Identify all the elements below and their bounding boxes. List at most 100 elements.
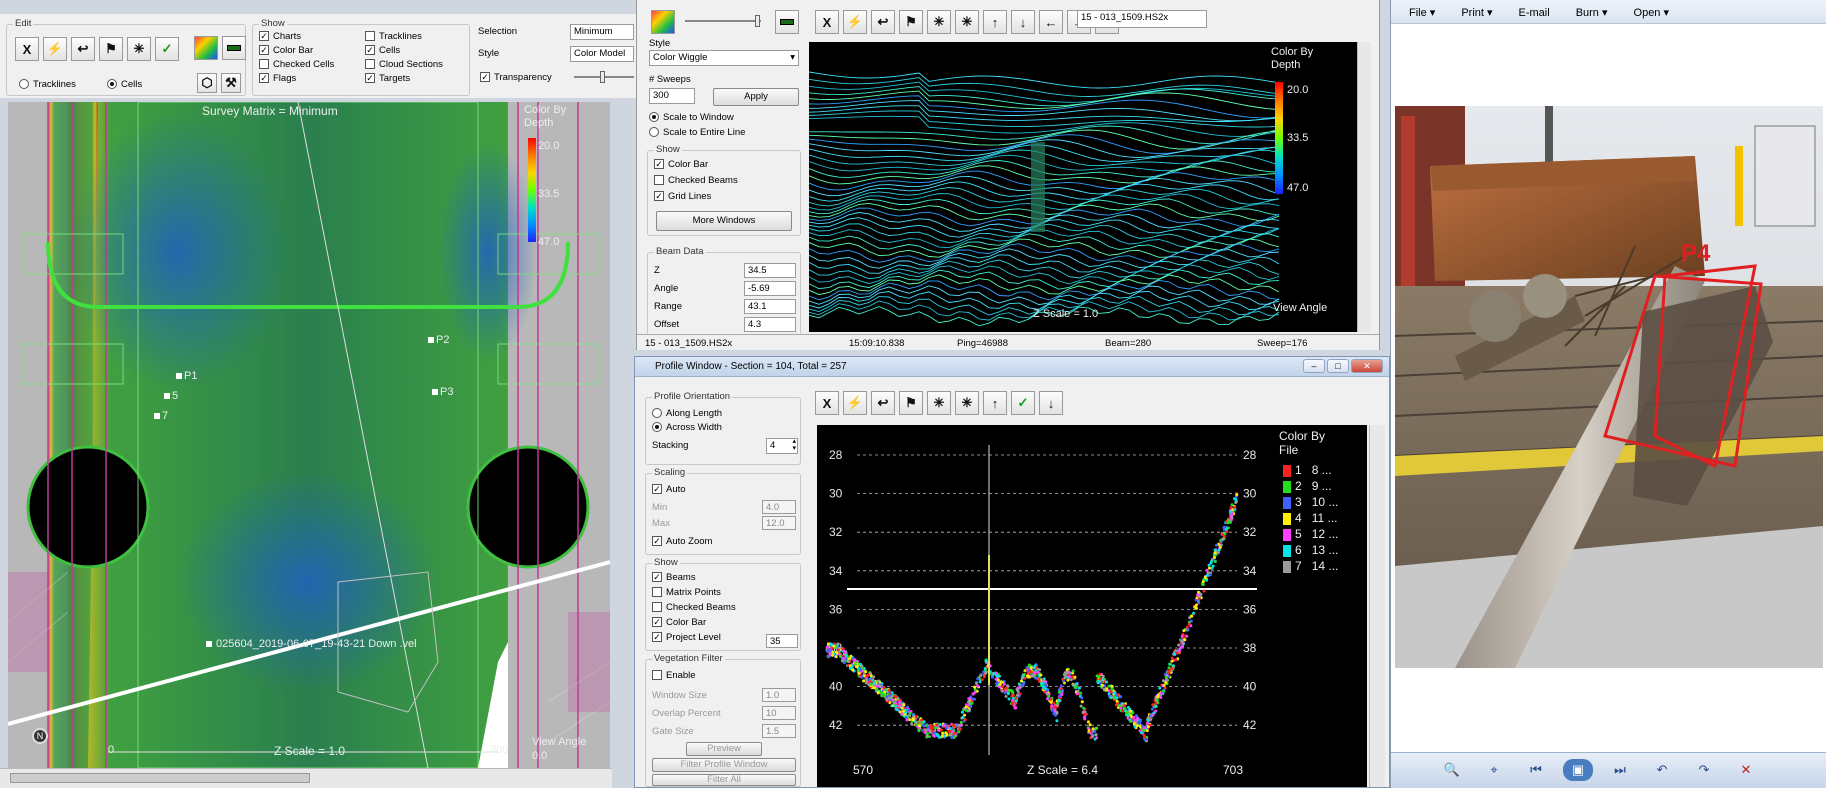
transparency-slider[interactable] <box>574 71 634 83</box>
stacking-spinner[interactable]: 4 ▴ ▾ <box>766 438 798 454</box>
scale-to-window-radio[interactable]: Scale to Window <box>649 112 734 123</box>
more-windows-button[interactable]: More Windows <box>656 211 792 231</box>
window-size-input[interactable]: 1.0 <box>762 688 796 702</box>
slideshow-icon[interactable]: ▣ <box>1563 759 1593 781</box>
target-5[interactable]: 5 <box>164 390 178 402</box>
undo-icon[interactable]: ↩ <box>871 10 895 34</box>
auto-scaling-checkbox[interactable]: ✓ Auto <box>652 484 686 495</box>
checkbox-checked-cells[interactable]: Checked Cells <box>259 59 334 70</box>
sparkle-icon[interactable]: ✳ <box>955 10 979 34</box>
checkbox-cells[interactable]: ✓ Cells <box>365 45 400 56</box>
hexagon-tool-icon[interactable]: ⬡ <box>197 73 217 93</box>
transparency-checkbox[interactable]: ✓ Transparency <box>480 72 552 83</box>
wiggle-vertical-scrollbar[interactable] <box>1357 42 1371 332</box>
flag-icon[interactable]: ⚑ <box>899 391 923 415</box>
gate-size-input[interactable]: 1.5 <box>762 724 796 738</box>
x-tool-icon[interactable]: X <box>815 391 839 415</box>
checkbox-color-bar[interactable]: ✓ Color Bar <box>259 45 313 56</box>
delete-icon[interactable]: ✕ <box>1731 759 1761 781</box>
wiggle-file-field[interactable]: 15 - 013_1509.HS2x <box>1077 10 1207 28</box>
checkbox-charts[interactable]: ✓ Charts <box>259 31 301 42</box>
max-input[interactable]: 12.0 <box>762 516 796 530</box>
fit-icon[interactable]: ⌖ <box>1479 759 1509 781</box>
along-length-radio[interactable]: Along Length <box>652 408 722 419</box>
survey-horizontal-scrollbar[interactable] <box>0 768 612 788</box>
target-7[interactable]: 7 <box>154 410 168 422</box>
checkbox-checked-beams[interactable]: Checked Beams <box>652 602 736 613</box>
checkbox-color-bar[interactable]: ✓ Color Bar <box>654 159 708 170</box>
undo-icon[interactable]: ↩ <box>871 391 895 415</box>
profile-chart-view[interactable]: 28283030323234343636383840404242 Z Scale… <box>817 425 1367 787</box>
menu-burn[interactable]: Burn ▾ <box>1576 7 1608 19</box>
target-p2[interactable]: P2 <box>428 334 449 346</box>
checkbox-color-bar[interactable]: ✓ Color Bar <box>652 617 706 628</box>
project-level-input[interactable]: 35 <box>766 634 798 648</box>
wiggle-color-palette-button[interactable] <box>651 10 675 34</box>
wrench-icon[interactable]: ⚒ <box>221 73 241 93</box>
checkbox-targets[interactable]: ✓ Targets <box>365 73 410 84</box>
zoom-icon[interactable]: 🔍 <box>1437 759 1467 781</box>
checkbox-matrix-points[interactable]: Matrix Points <box>652 587 721 598</box>
sparkle-icon[interactable]: ✳ <box>927 391 951 415</box>
down-arrow-icon[interactable]: ↓ <box>1039 391 1063 415</box>
target-p3[interactable]: P3 <box>432 386 453 398</box>
x-tool-icon[interactable]: X <box>815 10 839 34</box>
menu-file[interactable]: File ▾ <box>1409 7 1435 19</box>
flag-icon[interactable]: ⚑ <box>899 10 923 34</box>
flag-icon[interactable]: ⚑ <box>99 37 123 61</box>
check-icon[interactable]: ✓ <box>155 37 179 61</box>
minimize-button[interactable]: – <box>1303 359 1325 373</box>
lightning-icon[interactable]: ⚡ <box>43 37 67 61</box>
checkbox-beams[interactable]: ✓ Beams <box>652 572 696 583</box>
x-tool-icon[interactable]: X <box>15 37 39 61</box>
style-dropdown[interactable]: Color Model <box>570 46 634 62</box>
wiggle-3d-view[interactable]: Color By Depth 20.0 33.5 47.0 Z Scale = … <box>809 42 1357 332</box>
survey-matrix-view[interactable]: Survey Matrix = Minimum Color By Depth 2… <box>8 102 610 768</box>
sparkle-icon[interactable]: ✳ <box>927 10 951 34</box>
lightning-icon[interactable]: ⚡ <box>843 10 867 34</box>
scale-to-entire-line-radio[interactable]: Scale to Entire Line <box>649 127 745 138</box>
preview-button[interactable]: Preview <box>686 742 762 756</box>
menu-email[interactable]: E-mail <box>1519 7 1550 19</box>
filter-profile-window-button[interactable]: Filter Profile Window <box>652 758 796 772</box>
wiggle-slider[interactable] <box>685 15 761 27</box>
sweeps-input[interactable]: 300 <box>649 88 695 104</box>
overlap-percent-input[interactable]: 10 <box>762 706 796 720</box>
color-palette-button[interactable] <box>194 36 218 60</box>
left-arrow-icon[interactable]: ← <box>1039 10 1063 34</box>
across-width-radio[interactable]: Across Width <box>652 422 722 433</box>
checkbox-project-level[interactable]: ✓ Project Level <box>652 632 721 643</box>
colorbar-toggle-button[interactable] <box>222 36 246 60</box>
sparkle-icon[interactable]: ✳ <box>127 37 151 61</box>
undo-icon[interactable]: ↩ <box>71 37 95 61</box>
enable-checkbox[interactable]: Enable <box>652 670 696 681</box>
rotate-right-icon[interactable]: ↷ <box>1689 759 1719 781</box>
wiggle-style-dropdown[interactable]: Color Wiggle ▾ <box>649 50 799 66</box>
auto-zoom-checkbox[interactable]: ✓ Auto Zoom <box>652 536 712 547</box>
wiggle-colorbar-toggle-button[interactable] <box>775 10 799 34</box>
selection-dropdown[interactable]: Minimum <box>570 24 634 40</box>
checkbox-flags[interactable]: ✓ Flags <box>259 73 296 84</box>
checkbox-checked-beams[interactable]: Checked Beams <box>654 175 738 186</box>
cells-radio[interactable]: Cells <box>107 79 142 90</box>
menu-open[interactable]: Open ▾ <box>1634 7 1670 19</box>
checkbox-tracklines[interactable]: Tracklines <box>365 31 422 42</box>
tracklines-radio[interactable]: Tracklines <box>19 79 76 90</box>
filter-all-button[interactable]: Filter All <box>652 774 796 786</box>
close-button[interactable]: ✕ <box>1351 359 1383 373</box>
down-arrow-icon[interactable]: ↓ <box>1011 10 1035 34</box>
check-icon[interactable]: ✓ <box>1011 391 1035 415</box>
lightning-icon[interactable]: ⚡ <box>843 391 867 415</box>
menu-print[interactable]: Print ▾ <box>1461 7 1492 19</box>
sparkle-icon[interactable]: ✳ <box>955 391 979 415</box>
profile-vertical-scrollbar[interactable] <box>1369 425 1385 787</box>
next-icon[interactable]: ⏭ <box>1605 759 1635 781</box>
target-p1[interactable]: P1 <box>176 370 197 382</box>
checkbox-grid-lines[interactable]: ✓ Grid Lines <box>654 191 711 202</box>
previous-icon[interactable]: ⏮ <box>1521 759 1551 781</box>
checkbox-cloud-sections[interactable]: Cloud Sections <box>365 59 443 70</box>
rotate-left-icon[interactable]: ↶ <box>1647 759 1677 781</box>
apply-button[interactable]: Apply <box>713 88 799 106</box>
min-input[interactable]: 4.0 <box>762 500 796 514</box>
maximize-button[interactable]: □ <box>1327 359 1349 373</box>
